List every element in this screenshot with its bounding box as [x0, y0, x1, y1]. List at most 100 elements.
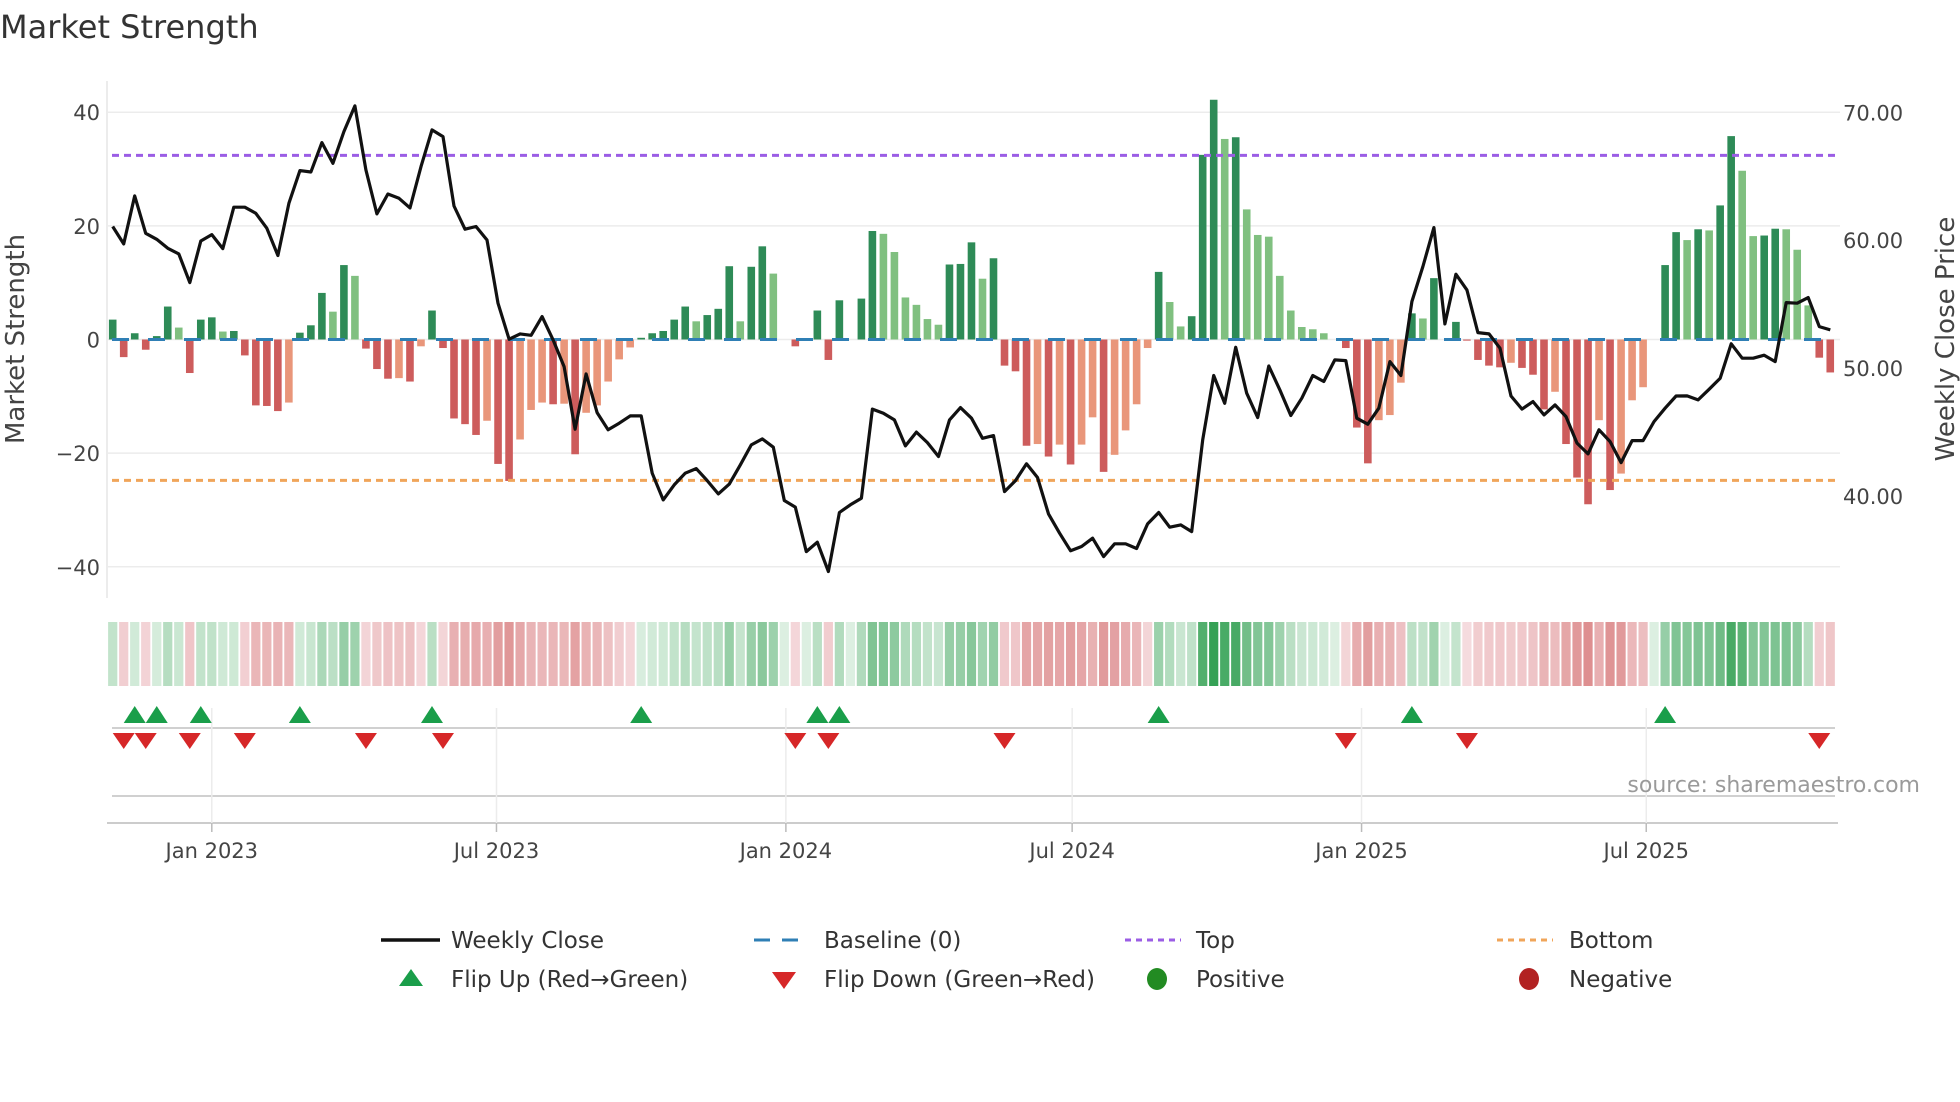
strength-bar	[1099, 339, 1108, 472]
heat-cell	[1583, 622, 1593, 686]
heat-cell	[1385, 622, 1395, 686]
heat-cell	[1748, 622, 1758, 686]
heat-cell	[1087, 622, 1098, 686]
heat-cell	[1209, 622, 1219, 686]
flip-up-marker	[420, 706, 443, 723]
heat-cell	[834, 622, 844, 686]
heat-cell	[1726, 622, 1736, 686]
x-tick-label: Jan 2023	[164, 839, 259, 863]
strength-bar	[252, 339, 260, 406]
strength-bar	[923, 319, 932, 340]
strength-bar	[912, 304, 921, 340]
heat-cell	[438, 622, 448, 686]
strength-bar	[351, 275, 359, 340]
heat-cell	[361, 622, 371, 686]
heat-cell	[306, 622, 316, 686]
strength-bar	[527, 339, 535, 410]
flip-up-marker	[189, 706, 212, 723]
strength-bar	[163, 306, 172, 340]
heat-cell	[1561, 622, 1571, 686]
flip-down-marker	[1455, 733, 1478, 749]
strength-bar	[1793, 249, 1802, 340]
strength-bar	[108, 319, 117, 340]
strength-bar	[714, 308, 723, 340]
heat-cell	[1616, 622, 1626, 686]
strength-bar	[1540, 339, 1548, 410]
heat-cell	[999, 622, 1010, 686]
source-note: source: sharemaestro.com	[1627, 773, 1920, 798]
heat-cell	[955, 622, 966, 686]
y-tick-label: 0	[87, 329, 100, 353]
strength-bar	[681, 306, 690, 340]
strength-bar	[1815, 339, 1824, 358]
flip-down-marker	[432, 733, 454, 749]
heat-cell	[152, 622, 162, 686]
flip-up-marker	[123, 706, 146, 723]
heat-cell	[801, 622, 811, 686]
strength-bar	[119, 339, 128, 358]
heat-cell	[636, 622, 646, 686]
heat-cell	[911, 622, 922, 686]
y2-tick-label: 50.00	[1843, 357, 1903, 381]
strength-bar	[703, 315, 712, 340]
heat-cell	[724, 622, 734, 686]
flip-down-marker	[134, 733, 157, 749]
y-tick-label: −20	[56, 442, 100, 466]
strength-bar	[196, 319, 205, 340]
heat-cell	[823, 622, 833, 686]
heat-cell	[1121, 622, 1131, 686]
legend-flip-up: Flip Up (Red→Green)	[451, 967, 688, 993]
heat-cell	[1154, 622, 1164, 686]
heat-cell	[130, 622, 140, 686]
heat-cell	[1572, 622, 1582, 686]
strength-bar	[868, 230, 877, 340]
strength-bar	[1132, 339, 1141, 405]
strength-bar	[1198, 154, 1207, 340]
heat-cell	[966, 622, 977, 686]
heat-cell	[240, 622, 250, 686]
heat-cell	[295, 622, 305, 686]
heat-cell	[790, 622, 800, 686]
heat-cell	[614, 622, 624, 686]
strength-bar	[857, 298, 866, 340]
strength-bar	[1176, 326, 1185, 340]
y2-tick-label: 70.00	[1843, 101, 1903, 125]
strength-bar	[1110, 339, 1119, 455]
strength-bar	[1672, 232, 1680, 340]
strength-bar	[890, 252, 899, 340]
heat-cell	[1176, 622, 1186, 686]
heat-cell	[1374, 622, 1384, 686]
strength-bar	[615, 339, 623, 360]
heat-cell	[559, 622, 569, 686]
heat-cell	[548, 622, 558, 686]
heat-cell	[944, 622, 955, 686]
x-tick-label: Jul 2023	[452, 839, 539, 863]
heat-cell	[746, 622, 756, 686]
heat-cell	[1550, 622, 1560, 686]
strength-bar	[241, 339, 249, 356]
strength-bar	[1771, 228, 1780, 340]
strength-bar	[1529, 339, 1537, 375]
strength-bar	[593, 339, 601, 406]
flip-up-marker	[1400, 706, 1423, 723]
heat-cell	[1407, 622, 1417, 686]
strength-bar	[1022, 339, 1031, 446]
legend-flip-up-triangle-icon	[399, 969, 423, 986]
strength-bar	[428, 310, 436, 340]
strength-bar	[1364, 339, 1372, 464]
strength-bar	[1639, 339, 1647, 388]
heat-cell	[141, 622, 151, 686]
strength-bar	[1804, 305, 1813, 340]
strength-bar	[725, 266, 734, 340]
strength-bar	[450, 339, 458, 419]
heat-cell	[691, 622, 701, 686]
heat-cell	[1352, 622, 1362, 686]
strength-bar	[1452, 321, 1460, 340]
strength-bar	[1551, 339, 1559, 392]
strength-bar	[1727, 136, 1735, 340]
heat-cell	[658, 622, 668, 686]
strength-bar	[934, 324, 943, 340]
heat-cell	[504, 622, 514, 686]
heat-cell	[1363, 622, 1373, 686]
heat-cell	[471, 622, 481, 686]
